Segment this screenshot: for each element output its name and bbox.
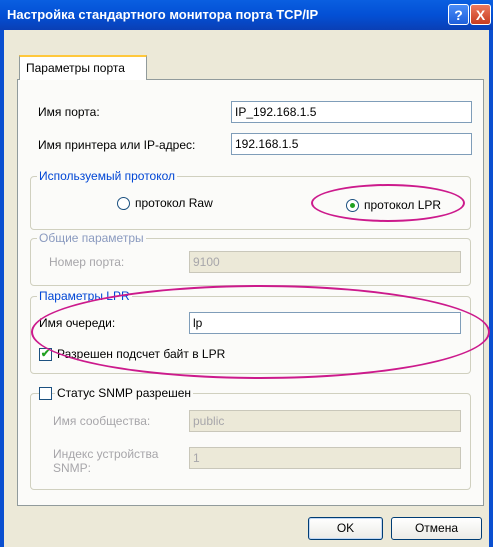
snmp-group: Статус SNMP разрешен Имя сообщества: pub…	[30, 386, 471, 490]
protocol-group: Используемый протокол протокол Raw прото…	[30, 169, 471, 230]
window-frame-right	[489, 30, 493, 547]
title-bar[interactable]: Настройка стандартного монитора порта TC…	[0, 0, 493, 30]
window-frame-left	[0, 30, 4, 547]
community-name-field[interactable]: public	[189, 410, 461, 432]
port-number-label: Номер порта:	[49, 255, 125, 269]
tab-label: Параметры порта	[26, 61, 125, 75]
window-title: Настройка стандартного монитора порта TC…	[7, 7, 319, 22]
general-group-title: Общие параметры	[37, 231, 146, 245]
port-name-field[interactable]: IP_192.168.1.5	[231, 101, 472, 123]
lpr-group-title: Параметры LPR	[37, 289, 132, 303]
printer-address-label: Имя принтера или IP-адрес:	[38, 138, 196, 152]
snmp-checkbox[interactable]	[39, 387, 52, 400]
byte-count-label[interactable]: Разрешен подсчет байт в LPR	[57, 347, 225, 361]
community-name-label: Имя сообщества:	[53, 414, 151, 428]
raw-protocol-radio[interactable]	[117, 197, 130, 210]
cancel-button[interactable]: Отмена	[391, 517, 482, 540]
close-button[interactable]: X	[470, 4, 491, 25]
tab-port-settings[interactable]: Параметры порта	[19, 55, 147, 80]
ok-button[interactable]: OK	[308, 517, 383, 540]
device-index-label: Индекс устройства SNMP:	[53, 447, 159, 475]
byte-count-checkbox[interactable]: ✔	[39, 348, 52, 361]
port-name-label: Имя порта:	[38, 105, 100, 119]
lpr-protocol-label[interactable]: протокол LPR	[364, 198, 441, 212]
lpr-protocol-radio[interactable]	[346, 199, 359, 212]
printer-address-field[interactable]: 192.168.1.5	[231, 133, 472, 155]
tab-panel: Имя порта: IP_192.168.1.5 Имя принтера и…	[17, 79, 490, 506]
raw-protocol-label[interactable]: протокол Raw	[135, 196, 213, 210]
snmp-group-title[interactable]: Статус SNMP разрешен	[55, 386, 194, 400]
queue-name-label: Имя очереди:	[39, 316, 116, 330]
general-group: Общие параметры Номер порта: 9100	[30, 231, 471, 286]
device-index-field[interactable]: 1	[189, 447, 461, 469]
queue-name-field[interactable]: lp	[189, 312, 461, 334]
lpr-group: Параметры LPR Имя очереди: lp ✔ Разрешен…	[30, 289, 471, 374]
help-button[interactable]: ?	[448, 4, 469, 25]
protocol-group-title: Используемый протокол	[37, 169, 178, 183]
port-number-field[interactable]: 9100	[189, 251, 461, 273]
